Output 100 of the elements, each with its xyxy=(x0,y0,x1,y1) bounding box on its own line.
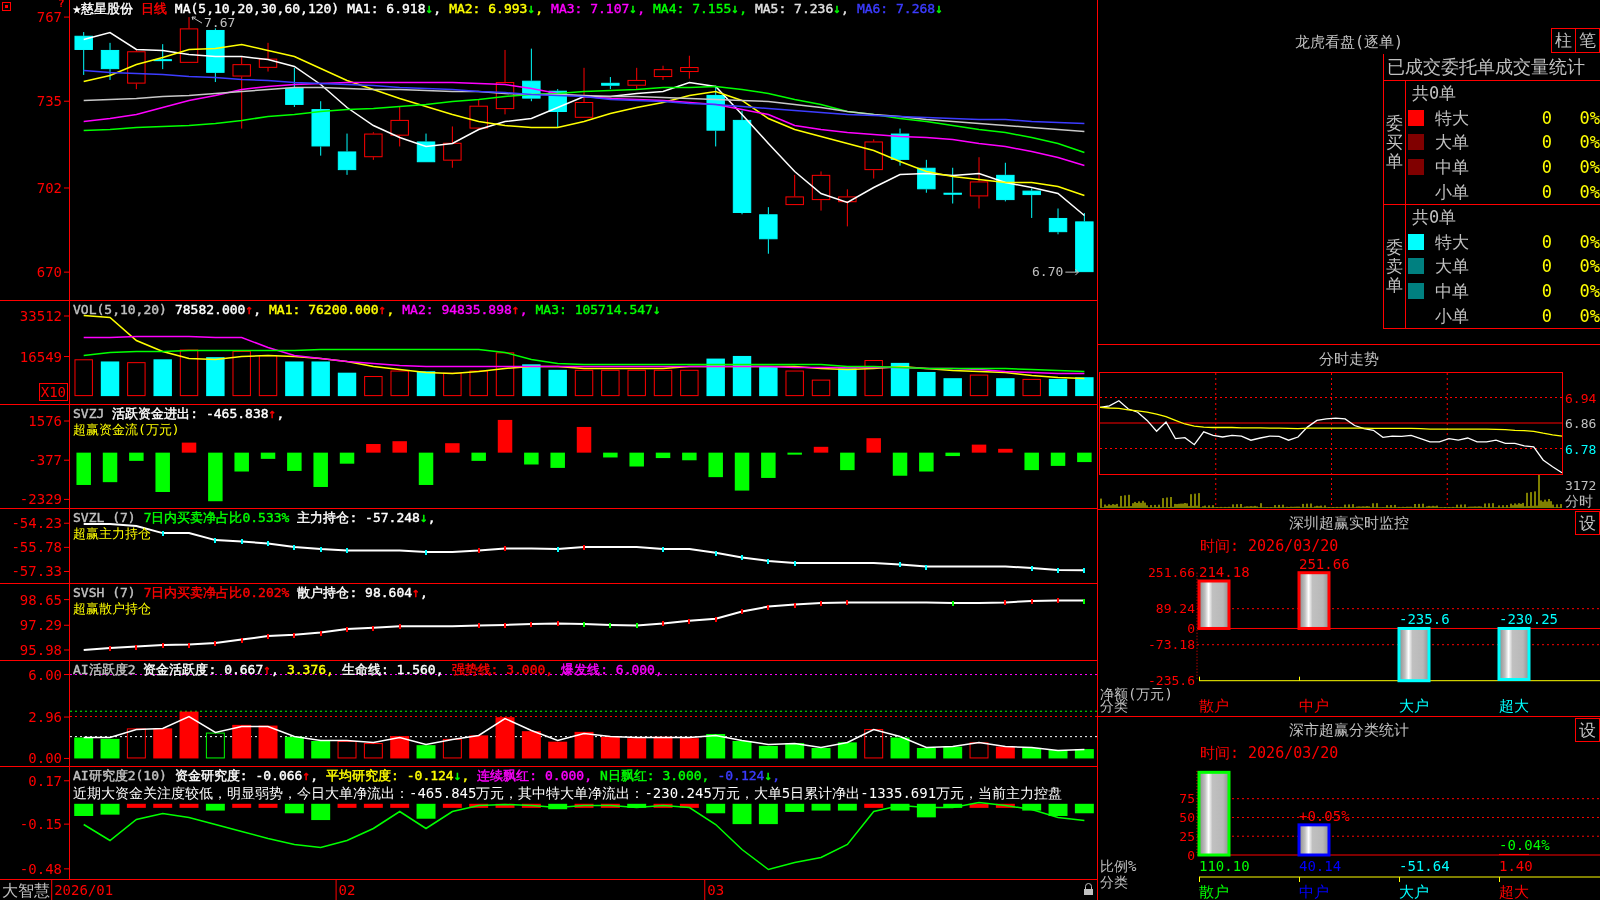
legend-text: 生命线: 1.560, xyxy=(341,662,444,678)
date-label: 02 xyxy=(338,882,356,898)
panel-title: 深市超赢分类统计 xyxy=(1289,721,1409,739)
axis-tick-label: 6.00 xyxy=(28,666,62,683)
volume-max-label: 3172 xyxy=(1565,478,1597,493)
change-label: +0.05% xyxy=(1299,807,1350,824)
legend-text: MA3: 105714.547↓ xyxy=(535,302,661,318)
order-count: 0 xyxy=(1541,132,1552,153)
order-percent: 0% xyxy=(1579,281,1600,302)
change-label: -0.04% xyxy=(1499,836,1550,853)
brand-name: 大智慧 xyxy=(2,881,50,900)
axis-tick-label: 2.96 xyxy=(28,709,62,726)
axis-tick-label: -2329 xyxy=(19,491,62,508)
legend-text: MA1: 6.918↓, xyxy=(347,1,442,17)
legend-text: 活跃资金进出: -465.838↑, xyxy=(112,406,285,422)
category-label: 超大 xyxy=(1499,883,1529,900)
order-size-label: 特大 xyxy=(1435,107,1469,128)
legend-text: N日飘红: 3.000, xyxy=(600,768,710,784)
legend-text: 散户持仓: 98.604↑, xyxy=(297,585,428,601)
legend-text: 78582.000↑, xyxy=(174,302,262,318)
date-label: 2026/01 xyxy=(54,882,114,898)
bar-value-label: 110.10 xyxy=(1199,858,1250,874)
axis-title: 分类 xyxy=(1100,874,1128,890)
legend-text: AI活跃度2 xyxy=(73,662,136,678)
legend-text: MA3: 7.107↓, xyxy=(551,1,645,17)
order-total: 共0单 xyxy=(1412,207,1457,228)
date-time-label: 时间: 2026/03/20 xyxy=(1200,537,1339,555)
legend-text: MA1: 76200.000↑, xyxy=(269,302,395,318)
legend-text: SVZL (7) xyxy=(73,510,136,526)
category-label: 大户 xyxy=(1399,697,1429,715)
legend-text: MA6: 7.268↓ xyxy=(856,1,943,17)
category-label: 散户 xyxy=(1199,697,1229,715)
table-title: 已成交委托单成交量统计 xyxy=(1387,56,1585,78)
legend-text: 日线 xyxy=(140,1,167,17)
axis-tick-label: 735 xyxy=(36,93,62,110)
high-price-label: 7.67 xyxy=(204,15,236,31)
group-label: 委买单 xyxy=(1386,114,1403,171)
axis-tick-label: 702 xyxy=(36,180,62,196)
legend-text: 强势线: 3.000, xyxy=(451,662,554,678)
axis-tick-label: -0.15 xyxy=(19,816,62,833)
axis-title: 净额(万元) xyxy=(1100,686,1173,702)
axis-tick-label: 25 xyxy=(1179,828,1195,844)
order-percent: 0% xyxy=(1579,107,1600,128)
axis-tick-label: 89.24 xyxy=(1155,601,1195,617)
legend-text: 7日内买卖净占比0.202% xyxy=(143,585,290,601)
axis-tick-label: 50 xyxy=(1179,809,1195,825)
order-percent: 0% xyxy=(1579,132,1600,153)
bar-value-label: 1.40 xyxy=(1499,858,1533,874)
order-percent: 0% xyxy=(1579,305,1600,326)
order-size-label: 中单 xyxy=(1435,281,1469,302)
order-count: 0 xyxy=(1541,181,1552,202)
category-label: 散户 xyxy=(1199,883,1229,900)
order-percent: 0% xyxy=(1579,256,1600,277)
legend-text: MA2: 6.993↓, xyxy=(449,1,544,17)
date-label: 03 xyxy=(707,882,725,898)
axis-tick-label: -54.23 xyxy=(11,515,62,532)
bar-value-label: -230.25 xyxy=(1499,611,1558,628)
panel-title: 深圳超赢实时监控 xyxy=(1289,514,1409,532)
category-label: 大户 xyxy=(1399,883,1429,900)
note-text: 近期大资金关注度较低，明显弱势，今日大单净流出：-465.845万元，其中特大单净流出：-230.245万元，大单5日累计净出-1335.691万元，当前主力控盘 xyxy=(73,784,1063,802)
axis-tick-label: -73.18 xyxy=(1148,637,1195,653)
axis-tick-label: -235.6 xyxy=(1148,673,1195,689)
order-count: 0 xyxy=(1541,305,1552,326)
order-size-label: 大单 xyxy=(1435,132,1469,153)
order-size-label: 中单 xyxy=(1435,157,1469,178)
order-total: 共0单 xyxy=(1412,83,1457,104)
legend-text: 连续飘红: 0.000, xyxy=(477,768,592,784)
axis-tick-label: 98.65 xyxy=(19,591,62,608)
order-size-label: 小单 xyxy=(1435,181,1469,202)
legend-text: 资金活跃度: 0.667↑, xyxy=(143,662,279,678)
category-label: 中户 xyxy=(1299,883,1329,900)
bar-value-label: -51.64 xyxy=(1399,858,1450,874)
axis-tick-label: -57.33 xyxy=(11,563,62,580)
axis-tick-label: 6.78 xyxy=(1565,441,1597,457)
bar-value-label: -235.6 xyxy=(1399,611,1450,628)
legend-text: 平均研究度: -0.124↓, xyxy=(326,768,470,784)
axis-tick-label: 6.94 xyxy=(1565,390,1597,406)
order-count: 0 xyxy=(1541,231,1552,252)
axis-tick-label: 0.00 xyxy=(28,750,62,766)
order-percent: 0% xyxy=(1579,231,1600,252)
axis-tick-label: 767 xyxy=(36,9,62,26)
date-time-label: 时间: 2026/03/20 xyxy=(1200,744,1339,762)
order-size-label: 大单 xyxy=(1435,256,1469,277)
group-label: 委卖单 xyxy=(1386,238,1403,295)
legend-text: ★慈星股份 xyxy=(73,1,133,17)
legend-text: MA4: 7.155↓, xyxy=(653,1,747,17)
axis-tick-label: 16549 xyxy=(19,348,62,365)
axis-tick-label: 0.17 xyxy=(28,772,62,789)
axis-title: 比例% xyxy=(1100,858,1137,874)
order-count: 0 xyxy=(1541,281,1552,302)
legend-text: SVSH (7) xyxy=(73,585,136,601)
legend-text: -0.124↓, xyxy=(717,768,781,784)
panel-title: 分时走势 xyxy=(1319,349,1379,368)
legend-text: MA(5,10,20,30,60,120) xyxy=(174,1,340,17)
legend-text: AI研究度2(10) xyxy=(73,768,167,784)
order-count: 0 xyxy=(1541,157,1552,178)
volume-unit-label: 分时 xyxy=(1565,493,1593,509)
category-label: 中户 xyxy=(1299,697,1329,715)
axis-tick-label: 0 xyxy=(1187,621,1195,636)
legend-text: 资金研究度: -0.066↑, xyxy=(174,768,319,784)
